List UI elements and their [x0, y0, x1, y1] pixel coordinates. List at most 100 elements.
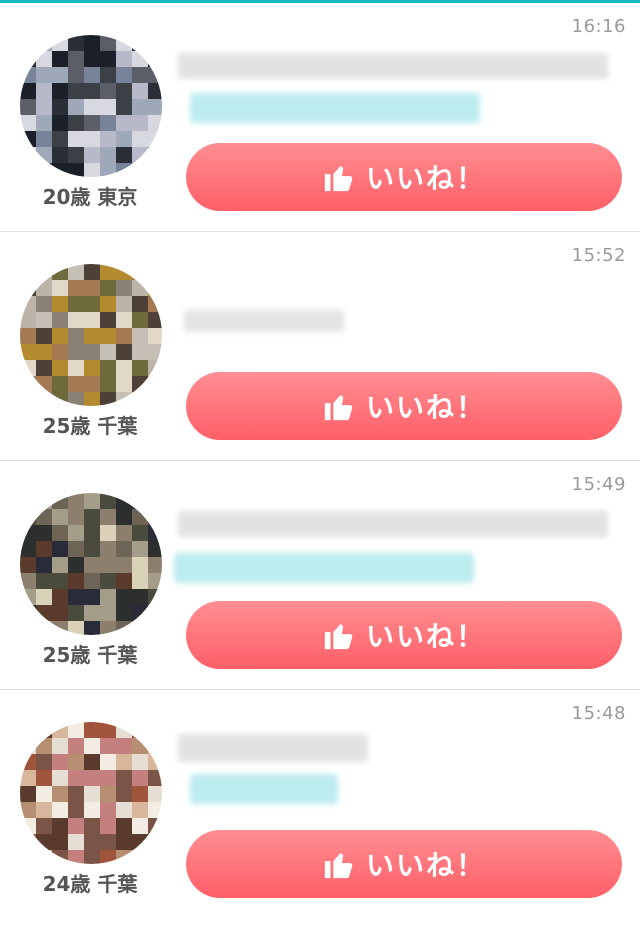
avatar-pixel	[36, 344, 52, 360]
avatar-pixel	[52, 376, 68, 392]
avatar-pixel	[52, 312, 68, 328]
avatar-pixel	[132, 818, 148, 834]
avatar-pixel	[116, 99, 132, 115]
avatar-pixel	[52, 818, 68, 834]
like-button[interactable]: いいね！	[186, 143, 622, 211]
avatar-pixel	[132, 589, 148, 605]
avatar[interactable]	[20, 264, 162, 406]
avatar-pixel	[132, 493, 148, 509]
avatar-pixel	[36, 738, 52, 754]
avatar-pixel	[116, 83, 132, 99]
avatar-pixel	[20, 493, 36, 509]
avatar-pixel	[84, 115, 100, 131]
avatar-pixel	[116, 850, 132, 864]
avatar-pixel	[132, 573, 148, 589]
avatar-pixel	[52, 850, 68, 864]
avatar-pixel	[84, 605, 100, 621]
avatar[interactable]	[20, 493, 162, 635]
avatar-pixel	[68, 850, 84, 864]
avatar-pixel	[100, 312, 116, 328]
avatar-pixel	[116, 722, 132, 738]
avatar-pixel	[100, 541, 116, 557]
avatar-pixel	[36, 35, 52, 51]
avatar-pixel	[52, 541, 68, 557]
avatar-pixel	[100, 344, 116, 360]
avatar-pixel	[36, 264, 52, 280]
avatar-pixel	[132, 754, 148, 770]
avatar-pixel	[84, 296, 100, 312]
avatar-pixel	[148, 589, 162, 605]
avatar-pixel	[20, 312, 36, 328]
avatar-pixel	[52, 392, 68, 406]
avatar-pixel	[132, 376, 148, 392]
avatar-pixel	[68, 738, 84, 754]
avatar-pixel	[132, 850, 148, 864]
avatar-pixel	[84, 147, 100, 163]
avatar-pixel	[84, 35, 100, 51]
avatar-pixel	[100, 850, 116, 864]
avatar-pixel	[116, 493, 132, 509]
avatar-pixel	[84, 738, 100, 754]
avatar-pixel	[148, 509, 162, 525]
avatar-pixel	[52, 115, 68, 131]
avatar-pixel	[116, 280, 132, 296]
avatar-pixel	[36, 605, 52, 621]
avatar-pixel	[36, 541, 52, 557]
profile-age-location: 25歳 千葉	[42, 643, 138, 667]
like-button[interactable]: いいね！	[186, 601, 622, 669]
post-time: 15:48	[571, 703, 626, 724]
avatar-pixel	[84, 802, 100, 818]
avatar-pixel	[132, 605, 148, 621]
avatar-pixel	[36, 360, 52, 376]
avatar-pixel	[132, 509, 148, 525]
avatar-pixel	[148, 493, 162, 509]
avatar-pixel	[68, 35, 84, 51]
post-card: 16:16 20歳 東京 いいね！	[0, 3, 640, 232]
avatar-pixel	[84, 264, 100, 280]
avatar-pixel	[100, 525, 116, 541]
avatar-pixel	[36, 312, 52, 328]
avatar-pixel	[20, 115, 36, 131]
avatar-pixel	[132, 280, 148, 296]
avatar-pixel	[84, 818, 100, 834]
avatar-pixel	[20, 163, 36, 177]
avatar-pixel	[100, 818, 116, 834]
avatar-pixel	[148, 770, 162, 786]
avatar-pixel	[36, 99, 52, 115]
avatar-pixel	[20, 280, 36, 296]
thumbs-up-icon	[324, 395, 353, 421]
avatar-pixel	[148, 573, 162, 589]
avatar-pixel	[148, 312, 162, 328]
avatar-pixel	[52, 99, 68, 115]
avatar-pixel	[148, 392, 162, 406]
like-button[interactable]: いいね！	[186, 830, 622, 898]
avatar-pixel	[36, 163, 52, 177]
avatar-pixel	[132, 786, 148, 802]
avatar-pixel	[68, 131, 84, 147]
avatar-pixel	[68, 770, 84, 786]
avatar-pixel	[52, 738, 68, 754]
avatar-pixel	[132, 115, 148, 131]
avatar-pixel	[116, 738, 132, 754]
avatar[interactable]	[20, 722, 162, 864]
avatar-pixel	[100, 621, 116, 635]
avatar-pixel	[84, 493, 100, 509]
avatar[interactable]	[20, 35, 162, 177]
avatar-pixel	[132, 738, 148, 754]
avatar-pixel	[36, 115, 52, 131]
avatar-pixel	[20, 834, 36, 850]
avatar-pixel	[52, 67, 68, 83]
avatar-pixel	[52, 147, 68, 163]
avatar-pixel	[52, 621, 68, 635]
avatar-pixel	[100, 802, 116, 818]
avatar-pixel	[148, 754, 162, 770]
avatar-pixel	[116, 770, 132, 786]
avatar-pixel	[84, 376, 100, 392]
avatar-pixel	[68, 754, 84, 770]
avatar-pixel	[68, 264, 84, 280]
avatar-pixel	[100, 754, 116, 770]
like-button[interactable]: いいね！	[186, 372, 622, 440]
avatar-pixel	[116, 573, 132, 589]
avatar-pixel	[132, 541, 148, 557]
avatar-pixel	[52, 589, 68, 605]
